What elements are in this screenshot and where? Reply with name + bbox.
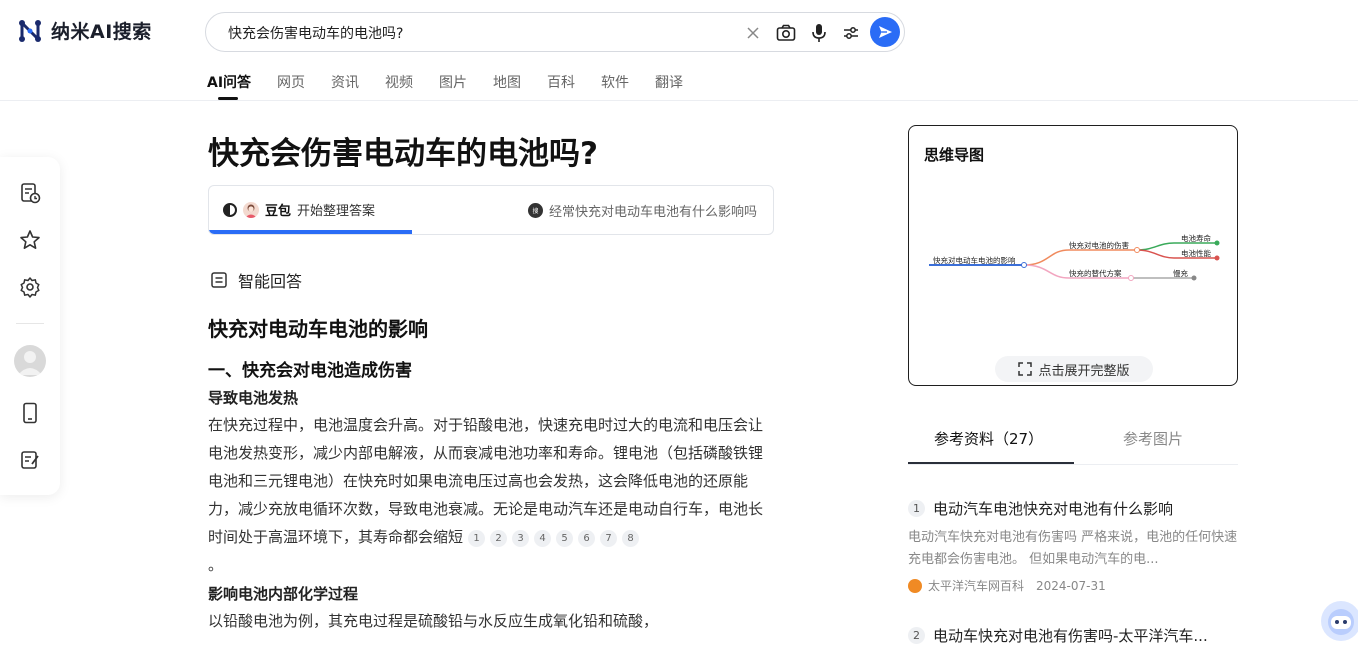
expand-icon (1018, 362, 1033, 376)
tab-news[interactable]: 资讯 (331, 72, 359, 100)
smart-answer-text: 智能回答 (238, 272, 303, 291)
mindmap-branch-1: 快充对电池的伤害 (1069, 240, 1129, 250)
mindmap-leaf-2: 电池性能 (1181, 248, 1211, 258)
answer-paragraph-1: 在快充过程中，电池温度会升高。对于铅酸电池，快速充电时过大的电流和电压会让电池发… (208, 411, 774, 579)
reference-number: 2 (908, 627, 925, 644)
question-title: 快充会伤害电动车的电池吗? (208, 136, 598, 172)
answer-progress-card: 豆包 开始整理答案 搜 经常快充对电动车电池有什么影响吗 (208, 185, 774, 235)
mindmap-leaf-1: 电池寿命 (1181, 233, 1211, 243)
citation-badge[interactable]: 7 (600, 530, 618, 547)
reference-snippet: 电动汽车快充对电池有伤害吗 严格来说，电池的任何快速充电都会伤害电池。 但如果电… (908, 530, 1238, 567)
citation-badge[interactable]: 4 (534, 530, 552, 547)
answer-point-heading-1: 导致电池发热 (208, 389, 299, 407)
mindmap-expand-label: 点击展开完整版 (1038, 363, 1130, 379)
source-logo-icon (908, 578, 922, 593)
star-icon[interactable] (18, 228, 42, 252)
paragraph-end: 。 (208, 556, 224, 574)
reference-item[interactable]: 2 电动车快充对电池有伤害吗-太平洋汽车... (908, 625, 1238, 646)
progress-bar (209, 230, 413, 234)
mindmap-branch-2: 快充的替代方案 (1069, 268, 1122, 278)
tab-software[interactable]: 软件 (601, 72, 629, 100)
answer-paragraph-2: 以铅酸电池为例，其充电过程是硫酸铅与水反应生成氧化铅和硫酸， (208, 612, 659, 630)
search-badge-icon: 搜 (527, 203, 543, 218)
search-box[interactable] (205, 12, 905, 52)
tab-images[interactable]: 图片 (439, 72, 467, 100)
camera-icon[interactable] (775, 22, 797, 44)
reference-meta: 太平洋汽车网百科 2024-07-31 (908, 577, 1238, 594)
tab-translate[interactable]: 翻译 (655, 72, 683, 100)
tab-references[interactable]: 参考资料（27） (934, 428, 1043, 449)
reference-number: 1 (908, 500, 925, 517)
divider (16, 323, 44, 324)
mindmap-card[interactable]: 快充对电动车电池的影响 快充对电池的伤害 快充的替代方案 电池寿命 电池性能 慢… (908, 125, 1238, 386)
gear-icon[interactable] (18, 275, 42, 299)
model-avatar-icon (243, 201, 259, 218)
avatar[interactable] (14, 345, 46, 377)
logo[interactable]: 纳米AI搜索 (17, 17, 152, 44)
logo-icon (17, 18, 43, 44)
reference-title[interactable]: 电动汽车电池快充对电池有什么影响 (933, 500, 1173, 518)
reference-item[interactable]: 1 电动汽车电池快充对电池有什么影响 电动汽车快充对电池有伤害吗 严格来说，电池的… (908, 498, 1238, 594)
tab-video[interactable]: 视频 (385, 72, 413, 100)
related-query-text: 经常快充对电动车电池有什么影响吗 (548, 205, 757, 220)
send-button[interactable] (870, 17, 900, 47)
progress-status-text: 开始整理答案 (297, 204, 376, 219)
header: 纳米AI搜索 AI问答 网页 资讯 视频 图片 地图 百科 软件 翻译 (0, 0, 1358, 101)
progress-status: 豆包 开始整理答案 (223, 200, 375, 219)
answer-point-heading-2: 影响电池内部化学过程 (208, 585, 359, 603)
search-input[interactable] (228, 22, 728, 44)
clear-icon[interactable] (742, 22, 764, 44)
mindmap-title: 思维导图 (924, 146, 985, 164)
tab-web[interactable]: 网页 (277, 72, 305, 100)
filter-icon[interactable] (840, 22, 862, 44)
smart-answer-label: 智能回答 (210, 268, 302, 292)
side-toolbar (0, 157, 60, 495)
mindmap-expand-button[interactable]: 点击展开完整版 (995, 356, 1153, 382)
citation-badge[interactable]: 3 (512, 530, 530, 547)
tab-baike[interactable]: 百科 (547, 72, 575, 100)
phone-icon[interactable] (18, 401, 42, 425)
send-icon (879, 26, 892, 38)
mindmap-root: 快充对电动车电池的影响 (933, 255, 1016, 265)
search-tabs: AI问答 网页 资讯 视频 图片 地图 百科 软件 翻译 (207, 72, 709, 100)
microphone-icon[interactable] (808, 22, 830, 44)
paragraph-text: 在快充过程中，电池温度会升高。对于铅酸电池，快速充电时过大的电流和电压会让电池发… (208, 416, 764, 546)
logo-text: 纳米AI搜索 (51, 21, 152, 43)
reference-title[interactable]: 电动车快充对电池有伤害吗-太平洋汽车... (933, 627, 1208, 645)
reference-source: 太平洋汽车网百科 (928, 579, 1025, 593)
reference-date: 2024-07-31 (1036, 578, 1106, 593)
document-icon (211, 272, 227, 288)
reference-tabs: 参考资料（27） 参考图片 (908, 425, 1238, 465)
tab-ai-qa[interactable]: AI问答 (207, 72, 251, 100)
mindmap-diagram: 快充对电动车电池的影响 快充对电池的伤害 快充的替代方案 电池寿命 电池性能 慢… (929, 233, 1220, 281)
model-name: 豆包 (265, 204, 292, 219)
contrast-icon (223, 202, 237, 217)
notes-icon[interactable] (18, 448, 42, 472)
mindmap-leaf-3: 慢充 (1173, 268, 1189, 278)
tab-maps[interactable]: 地图 (493, 72, 521, 100)
active-tab-indicator (908, 462, 1074, 464)
citation-badge[interactable]: 6 (578, 530, 596, 547)
citation-badge[interactable]: 5 (556, 530, 574, 547)
citation-badge[interactable]: 8 (622, 530, 640, 547)
citation-badge[interactable]: 1 (468, 530, 486, 547)
related-query[interactable]: 搜 经常快充对电动车电池有什么影响吗 (527, 201, 757, 220)
tab-reference-images[interactable]: 参考图片 (1123, 428, 1183, 449)
answer-subheading: 一、快充会对电池造成伤害 (208, 361, 412, 381)
answer-heading: 快充对电动车电池的影响 (208, 317, 428, 341)
citation-badge[interactable]: 2 (490, 530, 508, 547)
history-icon[interactable] (18, 181, 42, 205)
assistant-bot-icon[interactable] (1321, 601, 1358, 641)
